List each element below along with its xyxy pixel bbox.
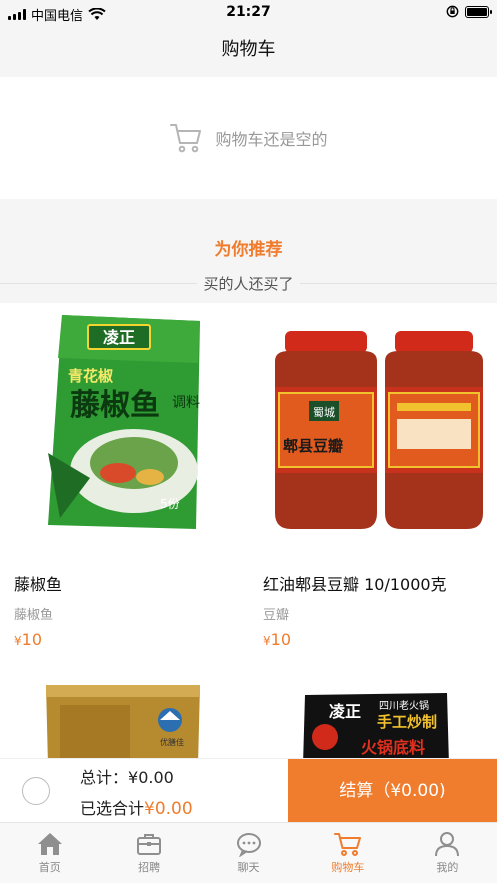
tab-label: 我的 xyxy=(436,861,459,874)
tab-label: 首页 xyxy=(38,861,61,874)
selected-total-row: 已选合计¥0.00 xyxy=(80,795,193,819)
package-brand: 凌正 xyxy=(103,328,135,347)
price-value: 10 xyxy=(270,630,291,649)
recommend-subtitle-wrap: 买的人还买了 xyxy=(0,273,497,294)
svg-text:火锅底料: 火锅底料 xyxy=(361,738,425,757)
svg-text:藤椒鱼: 藤椒鱼 xyxy=(70,388,160,423)
status-bar: 中国电信 21:27 xyxy=(0,0,497,26)
svg-text:调料: 调料 xyxy=(172,395,200,411)
product-image[interactable]: 优膳佳 xyxy=(0,675,248,758)
svg-text:优膳佳: 优膳佳 xyxy=(160,737,184,747)
product-name[interactable]: 红油郫县豆瓣 10/1000克 xyxy=(263,571,447,595)
page-title: 购物车 xyxy=(0,26,497,77)
tab-cart[interactable]: 购物车 xyxy=(298,823,397,883)
package-brand: 凌正 xyxy=(329,702,361,721)
tab-home[interactable]: 首页 xyxy=(0,823,99,883)
package-brand: 蜀城 xyxy=(313,406,335,419)
cart-icon xyxy=(170,124,202,153)
product-card[interactable]: 蜀城 郫县豆瓣 红油郫县豆瓣 10/1000克 豆瓣 ¥10 xyxy=(249,303,497,683)
currency-symbol: ¥ xyxy=(14,634,22,648)
selected-value: ¥0.00 xyxy=(144,799,193,819)
cart-icon xyxy=(333,833,361,856)
product-image[interactable]: 凌正 青花椒 藤椒鱼 调料 5份 xyxy=(0,303,248,548)
battery-icon xyxy=(465,5,492,18)
svg-text:5份: 5份 xyxy=(160,497,180,511)
total-label: 总计： xyxy=(80,768,129,787)
recommend-header: 为你推荐 买的人还买了 xyxy=(0,199,497,303)
tab-recruit[interactable]: 招聘 xyxy=(99,823,198,883)
tab-label: 购物车 xyxy=(331,861,365,874)
tab-label: 聊天 xyxy=(237,861,260,874)
status-right xyxy=(446,5,492,18)
price-value: 10 xyxy=(21,630,42,649)
svg-text:手工炒制: 手工炒制 xyxy=(377,713,437,731)
tab-me[interactable]: 我的 xyxy=(398,823,497,883)
currency-symbol: ¥ xyxy=(263,634,271,648)
select-all-checkbox[interactable] xyxy=(22,777,50,805)
checkout-bar: 总计：¥0.00 已选合计¥0.00 结算（¥0.00) xyxy=(0,758,497,823)
tab-chat[interactable]: 聊天 xyxy=(199,823,298,883)
product-image[interactable]: 凌正 四川老火锅 手工炒制 火锅底料 xyxy=(249,675,497,758)
recommend-subtitle: 买的人还买了 xyxy=(197,275,300,293)
total-value: ¥0.00 xyxy=(128,768,174,787)
empty-cart-text: 购物车还是空的 xyxy=(215,130,328,149)
product-price: ¥10 xyxy=(263,630,291,649)
product-card[interactable]: 凌正 四川老火锅 手工炒制 火锅底料 xyxy=(249,675,497,758)
product-card[interactable]: 优膳佳 xyxy=(0,675,248,758)
empty-cart-notice: 购物车还是空的 xyxy=(0,77,497,199)
checkout-button[interactable]: 结算（¥0.00) xyxy=(288,759,497,823)
status-time: 21:27 xyxy=(226,4,271,20)
total-row: 总计：¥0.00 xyxy=(80,764,174,788)
product-grid: 凌正 青花椒 藤椒鱼 调料 5份 藤椒鱼 藤椒鱼 ¥10 蜀城 郫县豆瓣 红油郫… xyxy=(0,303,497,758)
user-icon xyxy=(435,832,460,857)
product-price: ¥10 xyxy=(14,630,42,649)
selected-label: 已选合计 xyxy=(80,799,145,818)
tab-label: 招聘 xyxy=(138,861,161,874)
product-name[interactable]: 藤椒鱼 xyxy=(14,571,62,595)
chat-icon xyxy=(236,833,261,857)
product-card[interactable]: 凌正 青花椒 藤椒鱼 调料 5份 藤椒鱼 藤椒鱼 ¥10 xyxy=(0,303,248,683)
product-category: 豆瓣 xyxy=(263,608,290,623)
svg-text:四川老火锅: 四川老火锅 xyxy=(379,699,429,712)
svg-text:郫县豆瓣: 郫县豆瓣 xyxy=(283,437,343,455)
product-image[interactable]: 蜀城 郫县豆瓣 xyxy=(249,303,497,548)
tab-bar: 首页 招聘 聊天 购物车 我的 xyxy=(0,822,497,883)
home-icon xyxy=(37,833,62,855)
product-category: 藤椒鱼 xyxy=(14,608,54,623)
rotation-lock-icon xyxy=(446,5,459,18)
briefcase-icon xyxy=(137,834,162,855)
recommend-title: 为你推荐 xyxy=(214,240,283,260)
svg-text:青花椒: 青花椒 xyxy=(68,367,114,385)
